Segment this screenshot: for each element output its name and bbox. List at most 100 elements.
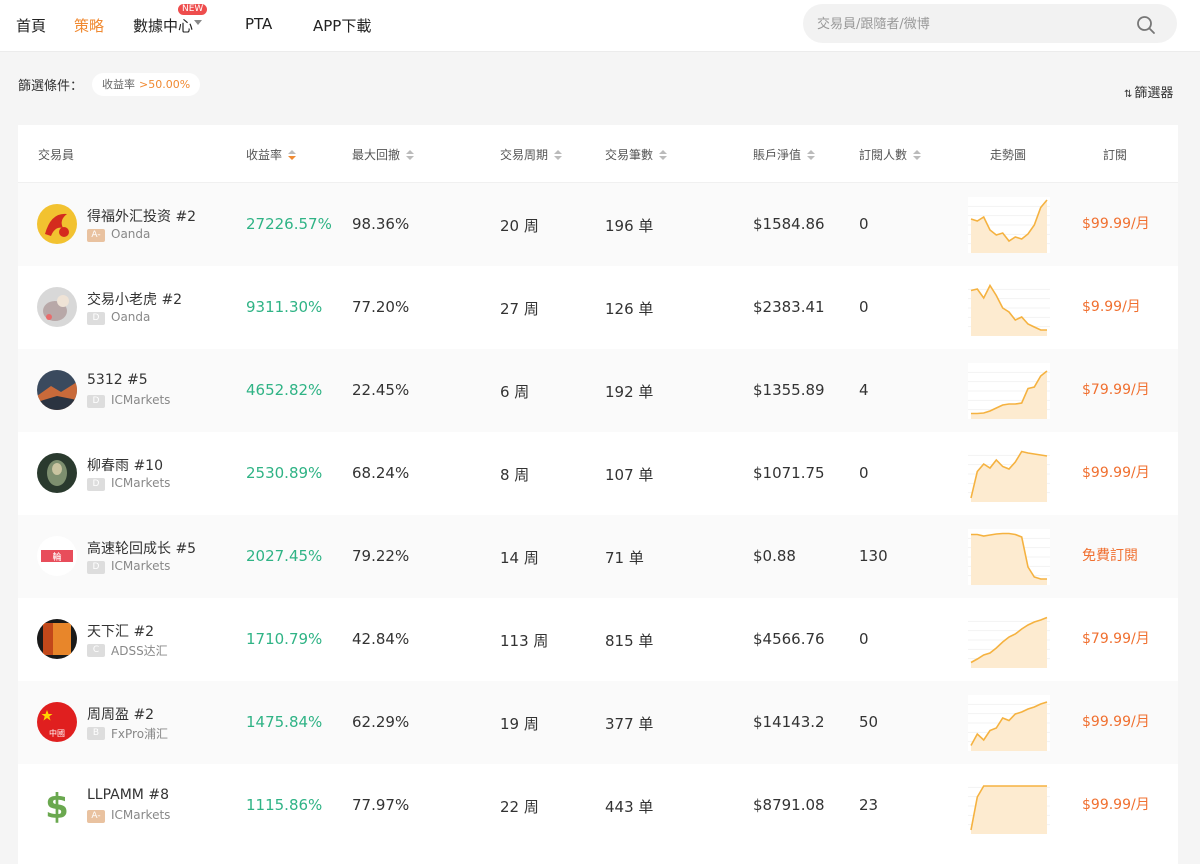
chevron-down-icon[interactable] bbox=[194, 20, 202, 25]
trend-sparkline[interactable] bbox=[968, 363, 1050, 419]
sort-icon bbox=[554, 150, 563, 161]
header-drawdown[interactable]: 最大回撤 bbox=[352, 146, 415, 163]
subscribers-value: 0 bbox=[859, 464, 869, 482]
trend-sparkline[interactable] bbox=[968, 197, 1050, 253]
period-value: 27 周 bbox=[500, 300, 539, 318]
subscribers-value: 130 bbox=[859, 547, 888, 565]
trader-name[interactable]: 天下汇 #2 bbox=[87, 621, 154, 641]
trend-sparkline[interactable] bbox=[968, 778, 1050, 834]
level-badge: D bbox=[87, 478, 105, 491]
filter-icon: ⇅ bbox=[1124, 89, 1133, 100]
header-period[interactable]: 交易周期 bbox=[500, 146, 563, 163]
return-value: 1710.79% bbox=[246, 630, 323, 648]
trades-value: 192 单 bbox=[605, 383, 654, 401]
table-row[interactable]: 交易小老虎 #2 D Oanda 9311.30% 77.20% 27 周 126 单 $23… bbox=[18, 266, 1178, 349]
drawdown-value: 98.36% bbox=[352, 215, 410, 233]
avatar[interactable] bbox=[37, 453, 77, 493]
trader-name[interactable]: 得福外汇投资 #2 bbox=[87, 206, 196, 226]
equity-value: $1071.75 bbox=[753, 464, 825, 482]
header-period-label: 交易周期 bbox=[500, 148, 549, 162]
trend-sparkline[interactable] bbox=[968, 612, 1050, 668]
table-row[interactable]: 輪 高速轮回成长 #5 D ICMarkets 2027.45% 79.22% 14 周 71… bbox=[18, 515, 1178, 598]
level-badge: B bbox=[87, 727, 105, 740]
table-row[interactable]: 柳春雨 #10 D ICMarkets 2530.89% 68.24% 8 周 107 单 $… bbox=[18, 432, 1178, 515]
table-row[interactable]: 5312 #5 D ICMarkets 4652.82% 22.45% 6 周 192 单 $… bbox=[18, 349, 1178, 432]
subscribers-value: 23 bbox=[859, 796, 879, 814]
filter-label: 篩選條件： bbox=[18, 79, 84, 94]
trades-value: 815 单 bbox=[605, 632, 654, 650]
trader-name[interactable]: 交易小老虎 #2 bbox=[87, 289, 182, 309]
header-trades[interactable]: 交易筆數 bbox=[605, 146, 668, 163]
equity-value: $8791.08 bbox=[753, 796, 825, 814]
level-badge: D bbox=[87, 312, 105, 325]
broker-name: ICMarkets bbox=[111, 393, 171, 407]
return-value: 4652.82% bbox=[246, 381, 323, 399]
trader-name[interactable]: 柳春雨 #10 bbox=[87, 455, 163, 475]
trend-sparkline[interactable] bbox=[968, 529, 1050, 585]
subscribe-price-button[interactable]: 免費訂閱 bbox=[1082, 545, 1138, 565]
subscribe-price-button[interactable]: $99.99/月 bbox=[1082, 462, 1150, 482]
avatar[interactable] bbox=[37, 287, 77, 327]
broker-name: Oanda bbox=[111, 227, 151, 241]
top-navigation: 首頁 策略 數據中心 NEW PTA APP下載 bbox=[0, 0, 1200, 52]
nav-strategy[interactable]: 策略 bbox=[74, 15, 104, 36]
subscribe-price-button[interactable]: $79.99/月 bbox=[1082, 379, 1150, 399]
trader-name[interactable]: 高速轮回成长 #5 bbox=[87, 538, 196, 558]
drawdown-value: 42.84% bbox=[352, 630, 410, 648]
trend-sparkline[interactable] bbox=[968, 280, 1050, 336]
level-badge: A- bbox=[87, 810, 105, 823]
avatar[interactable]: 輪 bbox=[37, 536, 77, 576]
header-trend: 走勢圖 bbox=[990, 148, 1027, 162]
broker-name: ICMarkets bbox=[111, 476, 171, 490]
equity-value: $14143.2 bbox=[753, 713, 825, 731]
header-drawdown-label: 最大回撤 bbox=[352, 148, 401, 162]
subscribe-price-button[interactable]: $79.99/月 bbox=[1082, 628, 1150, 648]
period-value: 8 周 bbox=[500, 466, 530, 484]
trader-name[interactable]: LLPAMM #8 bbox=[87, 787, 169, 803]
level-badge: A- bbox=[87, 229, 105, 242]
drawdown-value: 68.24% bbox=[352, 464, 410, 482]
trades-value: 377 单 bbox=[605, 715, 654, 733]
nav-home[interactable]: 首頁 bbox=[16, 15, 46, 36]
trend-sparkline[interactable] bbox=[968, 695, 1050, 751]
table-row[interactable]: 得福外汇投资 #2 A- Oanda 27226.57% 98.36% 20 周 196 单… bbox=[18, 183, 1178, 266]
header-return[interactable]: 收益率 bbox=[246, 146, 297, 163]
nav-app-download[interactable]: APP下載 bbox=[313, 15, 371, 36]
header-subscribers-label: 訂閱人數 bbox=[859, 148, 908, 162]
header-equity-label: 賬戶淨值 bbox=[753, 148, 802, 162]
search-icon[interactable] bbox=[1135, 14, 1157, 36]
nav-data-center[interactable]: 數據中心 bbox=[133, 15, 193, 36]
table-row[interactable]: 中國 周周盈 #2 B FxPro浦汇 1475.84% 62.29% 19 周 377 单 $… bbox=[18, 681, 1178, 764]
filter-chip-name: 收益率 bbox=[102, 78, 135, 91]
subscribe-price-button[interactable]: $99.99/月 bbox=[1082, 711, 1150, 731]
subscribe-price-button[interactable]: $99.99/月 bbox=[1082, 794, 1150, 814]
search-box bbox=[803, 4, 1177, 43]
avatar[interactable]: $ bbox=[37, 785, 77, 825]
subscribe-price-button[interactable]: $9.99/月 bbox=[1082, 296, 1141, 316]
search-input[interactable] bbox=[817, 14, 1117, 34]
subscribe-price-button[interactable]: $99.99/月 bbox=[1082, 213, 1150, 233]
table-row[interactable]: $ LLPAMM #8 A- ICMarkets 1115.86% 77.97% 22 周 4… bbox=[18, 764, 1178, 847]
trader-name[interactable]: 5312 #5 bbox=[87, 372, 148, 388]
header-subscribe: 訂閱 bbox=[1103, 148, 1128, 162]
period-value: 22 周 bbox=[500, 798, 539, 816]
return-value: 1115.86% bbox=[246, 796, 323, 814]
sort-icon bbox=[659, 150, 668, 161]
header-equity[interactable]: 賬戶淨值 bbox=[753, 146, 816, 163]
avatar[interactable] bbox=[37, 204, 77, 244]
drawdown-value: 22.45% bbox=[352, 381, 410, 399]
nav-pta[interactable]: PTA bbox=[245, 15, 272, 33]
avatar[interactable]: 中國 bbox=[37, 702, 77, 742]
filter-chip-return[interactable]: 收益率 >50.00% bbox=[92, 73, 201, 96]
avatar[interactable] bbox=[37, 370, 77, 410]
header-subscribers[interactable]: 訂閱人數 bbox=[859, 146, 922, 163]
return-value: 27226.57% bbox=[246, 215, 332, 233]
table-row[interactable]: 天下汇 #2 C ADSS达汇 1710.79% 42.84% 113 周 815 单 $45… bbox=[18, 598, 1178, 681]
avatar[interactable] bbox=[37, 619, 77, 659]
equity-value: $1355.89 bbox=[753, 381, 825, 399]
return-value: 2027.45% bbox=[246, 547, 323, 565]
trader-name[interactable]: 周周盈 #2 bbox=[87, 704, 154, 724]
filter-button[interactable]: ⇅ 篩選器 bbox=[1124, 82, 1173, 101]
trend-sparkline[interactable] bbox=[968, 446, 1050, 502]
broker-name: ICMarkets bbox=[111, 559, 171, 573]
